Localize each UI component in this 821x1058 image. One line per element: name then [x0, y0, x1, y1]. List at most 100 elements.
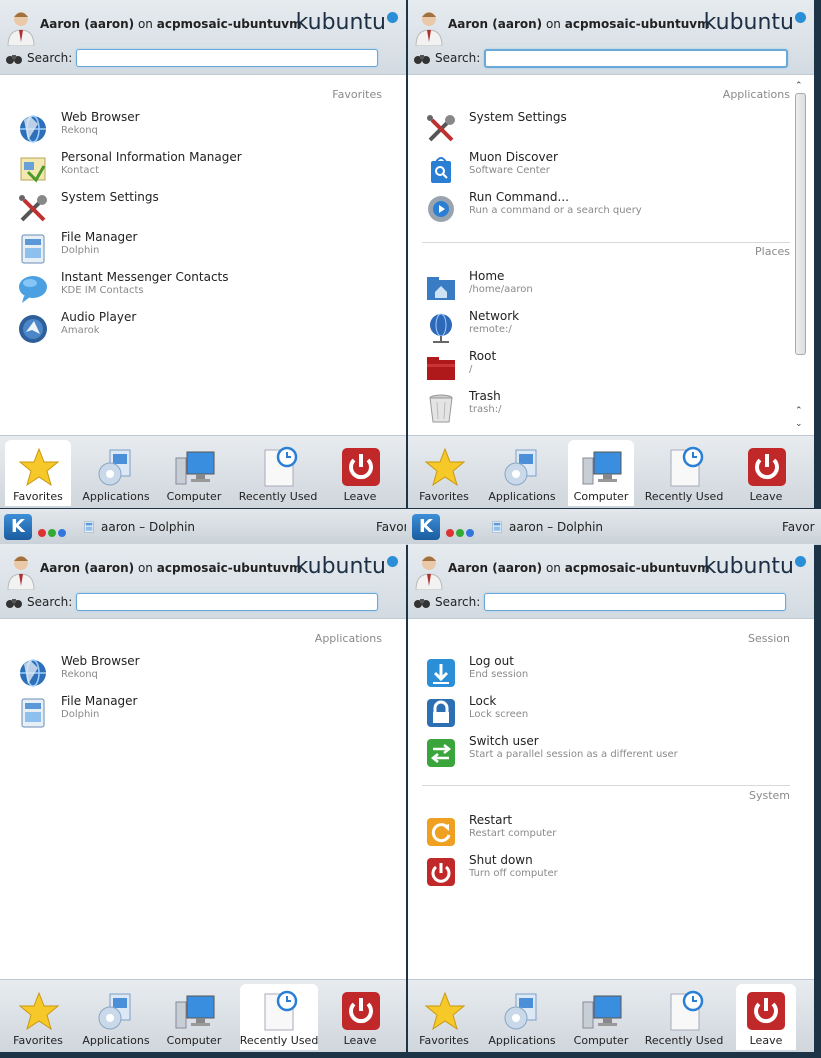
im-contacts-icon [16, 272, 50, 306]
root-folder-icon [424, 351, 458, 385]
scrollbar[interactable]: ⌃ ⌃ ⌄ [794, 81, 806, 429]
list-item[interactable]: Personal Information Manager Kontact [16, 150, 386, 186]
kontact-icon [16, 152, 50, 186]
scrollbar-thumb[interactable] [795, 93, 806, 355]
dolphin-icon [82, 520, 96, 534]
tab-recently-used[interactable]: Recently Used [645, 984, 723, 1050]
web-browser-icon [16, 656, 50, 690]
scroll-up-icon[interactable]: ⌃ [795, 406, 803, 416]
binoculars-icon [6, 52, 22, 64]
section-header-favorites: Favorites [332, 88, 382, 101]
search-input[interactable] [484, 593, 786, 611]
favorites-widget[interactable]: Favor [782, 520, 815, 534]
kubuntu-logo: kubuntu [704, 554, 806, 579]
tab-leave[interactable]: Leave [327, 440, 393, 506]
web-browser-icon [16, 112, 50, 146]
search-input[interactable] [484, 49, 788, 68]
tab-recently-used[interactable]: Recently Used [240, 984, 318, 1050]
launcher-header: Aaron (aaron) on acpmosaic-ubuntuvm kubu… [0, 0, 406, 75]
user-avatar-icon [414, 552, 444, 590]
taskbar-right: K aaron – Dolphin Favor [408, 509, 821, 545]
kubuntu-logo: kubuntu [296, 554, 398, 579]
launcher-header: Aaron (aaron) on acpmosaic-ubuntuvm kubu… [408, 544, 814, 619]
scroll-down-icon[interactable]: ⌄ [795, 419, 803, 429]
tab-applications[interactable]: Applications [488, 984, 556, 1050]
tab-computer[interactable]: Computer [568, 984, 634, 1050]
tab-favorites[interactable]: Favorites [411, 440, 477, 506]
activity-dots-icon[interactable] [38, 522, 68, 541]
activity-dots-icon[interactable] [446, 522, 476, 541]
leave-icon [340, 446, 382, 488]
scroll-up-icon[interactable]: ⌃ [795, 81, 803, 91]
tab-leave[interactable]: Leave [733, 440, 799, 506]
list-item[interactable]: System Settings [424, 110, 794, 146]
launcher-panel-recently-used: Aaron (aaron) on acpmosaic-ubuntuvm kubu… [0, 544, 406, 1052]
list-item[interactable]: System Settings [16, 190, 386, 226]
list-item[interactable]: File Manager Dolphin [16, 230, 386, 266]
binoculars-icon [414, 596, 430, 608]
search-input[interactable] [76, 49, 378, 67]
audio-player-icon [16, 312, 50, 346]
list-item[interactable]: Instant Messenger Contacts KDE IM Contact… [16, 270, 386, 306]
favorites-widget[interactable]: Favor [376, 520, 406, 534]
list-item[interactable]: Root / [424, 349, 794, 385]
task-dolphin[interactable]: aaron – Dolphin [101, 520, 195, 534]
section-header-applications: Applications [314, 632, 382, 645]
taskbar-left: K aaron – Dolphin Favor [0, 509, 406, 545]
list-item[interactable]: Restart Restart computer [424, 813, 794, 849]
leave-list: Session Log out End session Lock Lock scre… [410, 619, 812, 980]
tab-computer[interactable]: Computer [161, 984, 227, 1050]
task-dolphin[interactable]: aaron – Dolphin [509, 520, 603, 534]
list-item[interactable]: Lock Lock screen [424, 694, 794, 730]
kde-menu-button[interactable]: K [4, 514, 32, 540]
tab-favorites[interactable]: Favorites [411, 984, 477, 1050]
tab-computer[interactable]: Computer [568, 440, 634, 506]
tab-leave[interactable]: Leave [327, 984, 393, 1050]
list-item[interactable]: Network remote:/ [424, 309, 794, 345]
list-item[interactable]: Log out End session [424, 654, 794, 690]
leave-icon [745, 990, 787, 1032]
list-item[interactable]: Home/home/aaron [424, 269, 794, 305]
recently-used-icon [664, 446, 706, 488]
kubuntu-logo: kubuntu [296, 10, 398, 35]
list-item[interactable]: Web Browser Rekonq [16, 110, 386, 146]
list-item[interactable]: Run Command... Run a command or a search … [424, 190, 794, 226]
logout-icon [424, 656, 458, 690]
tab-applications[interactable]: Applications [82, 440, 150, 506]
applications-icon [502, 990, 544, 1032]
tab-recently-used[interactable]: Recently Used [645, 440, 723, 506]
tab-favorites[interactable]: Favorites [5, 440, 71, 506]
tab-applications[interactable]: Applications [82, 984, 150, 1050]
run-command-icon [424, 192, 458, 226]
list-item[interactable]: File Manager Dolphin [16, 694, 386, 730]
tab-bar: Favorites Applications Computer Recently… [0, 979, 406, 1052]
divider [422, 785, 790, 786]
list-item[interactable]: Trash trash:/ [424, 389, 794, 425]
tab-recently-used[interactable]: Recently Used [239, 440, 317, 506]
leave-icon [340, 990, 382, 1032]
list-item[interactable]: Shut down Turn off computer [424, 853, 794, 889]
launcher-header: Aaron (aaron) on acpmosaic-ubuntuvm kubu… [0, 544, 406, 619]
home-folder-icon [424, 271, 458, 305]
computer-icon [174, 446, 216, 488]
leave-icon [746, 446, 788, 488]
search-label: Search: [27, 51, 73, 65]
software-center-icon [424, 152, 458, 186]
list-item[interactable]: Switch user Start a parallel session as a… [424, 734, 794, 770]
section-header-places: Places [755, 245, 790, 258]
applications-icon [502, 446, 544, 488]
tab-leave[interactable]: Leave [736, 984, 796, 1050]
divider [422, 242, 790, 243]
list-item[interactable]: Audio Player Amarok [16, 310, 386, 346]
search-input[interactable] [76, 593, 378, 611]
binoculars-icon [6, 596, 22, 608]
system-settings-icon [16, 192, 50, 226]
launcher-panel-leave: Aaron (aaron) on acpmosaic-ubuntuvm kubu… [408, 544, 814, 1052]
list-item[interactable]: Web Browser Rekonq [16, 654, 386, 690]
tab-favorites[interactable]: Favorites [5, 984, 71, 1050]
tab-applications[interactable]: Applications [488, 440, 556, 506]
list-item[interactable]: Muon Discover Software Center [424, 150, 794, 186]
tab-computer[interactable]: Computer [161, 440, 227, 506]
kde-menu-button[interactable]: K [412, 514, 440, 540]
star-icon [424, 446, 466, 488]
